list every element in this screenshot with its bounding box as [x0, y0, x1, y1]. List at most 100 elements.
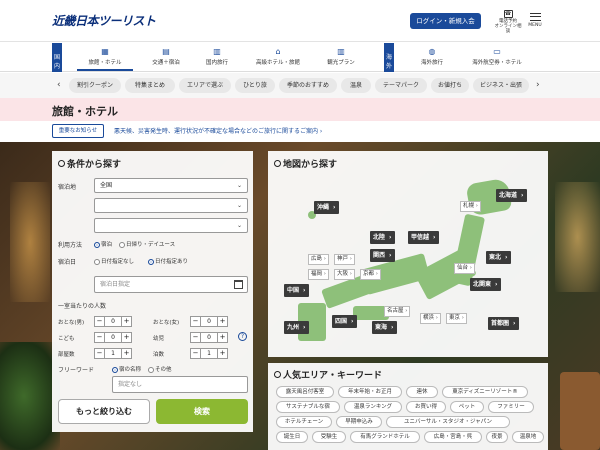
keyword-tag[interactable]: サステナブルな宿: [276, 401, 340, 413]
nights-stepper[interactable]: − 1 +: [190, 348, 228, 359]
chip-features[interactable]: 特集まとめ: [125, 78, 175, 93]
keyword-tag[interactable]: お買い得: [406, 401, 446, 413]
region-koshinetsu[interactable]: 甲信越: [408, 231, 439, 244]
minus-button[interactable]: −: [94, 316, 105, 327]
pref-sendai[interactable]: 仙台: [454, 263, 475, 274]
nav-item-domestic[interactable]: ▥ 国内旅行: [189, 45, 245, 71]
adult-male-stepper[interactable]: − 0 +: [94, 316, 132, 327]
chevron-left-icon[interactable]: ‹: [57, 80, 61, 90]
region-shikoku[interactable]: 四国: [332, 315, 357, 328]
foliage: [0, 342, 60, 450]
plus-button[interactable]: +: [217, 332, 228, 343]
region-kitakanto[interactable]: 北関東: [470, 278, 501, 291]
chip-coupon[interactable]: 割引クーポン: [69, 78, 121, 93]
keyword-tag[interactable]: ファミリー: [488, 401, 534, 413]
pref-yokohama[interactable]: 横浜: [420, 313, 441, 324]
pref-sapporo[interactable]: 札幌: [460, 201, 481, 212]
site-logo[interactable]: 近畿日本ツーリスト: [52, 12, 156, 29]
menu-button[interactable]: MENU: [528, 13, 542, 28]
notice-link[interactable]: 悪天候、災害発生時、運行状況が不確定な場合などのご旅行に関するご案内 ›: [114, 126, 322, 135]
plus-button[interactable]: +: [121, 348, 132, 359]
plus-button[interactable]: +: [217, 316, 228, 327]
keyword-tag[interactable]: ホテルチェーン: [276, 416, 332, 428]
keyword-tag[interactable]: ユニバーサル・スタジオ・ジャパン: [386, 416, 510, 428]
keyword-tag[interactable]: ペット: [450, 401, 484, 413]
nav-item-sightseeing[interactable]: ▥ 観光プラン: [313, 45, 369, 71]
keyword-tag[interactable]: 連休: [406, 386, 438, 398]
nav-item-luxury[interactable]: ⌂ 高級ホテル・旅館: [247, 45, 309, 71]
keyword-tag[interactable]: 広島・宮島・呉: [424, 431, 482, 443]
plus-button[interactable]: +: [217, 348, 228, 359]
adult-female-stepper[interactable]: − 0 +: [190, 316, 228, 327]
region-kyushu[interactable]: 九州: [284, 321, 309, 334]
freeword-input[interactable]: 指定なし: [112, 376, 248, 393]
keyword-tag[interactable]: 温泉ランキング: [344, 401, 402, 413]
freeword-name-radio[interactable]: 宿の名称: [112, 365, 141, 373]
infant-stepper[interactable]: − 0 +: [190, 332, 228, 343]
pref-fukuoka[interactable]: 福岡: [308, 269, 329, 280]
keyword-tag[interactable]: 年末年始・お正月: [338, 386, 402, 398]
minus-button[interactable]: −: [190, 332, 201, 343]
nav-item-overseas-air[interactable]: ▭ 海外航空券・ホテル: [462, 45, 532, 71]
usage-stay-radio[interactable]: 宿泊: [94, 240, 112, 248]
freeword-other-radio[interactable]: その他: [148, 365, 172, 373]
nav-item-transport[interactable]: ▤ 交通＋宿泊: [138, 45, 194, 71]
region-tohoku[interactable]: 東北: [486, 251, 511, 264]
chip-themepark[interactable]: テーマパーク: [375, 78, 427, 93]
chip-business[interactable]: ビジネス・出張: [473, 78, 529, 93]
chip-value[interactable]: お値打ち: [431, 78, 469, 93]
pref-kobe[interactable]: 神戸: [334, 254, 355, 265]
minus-button[interactable]: −: [94, 332, 105, 343]
chip-onsen[interactable]: 温泉: [341, 78, 371, 93]
region-hokkaido[interactable]: 北海道: [496, 189, 527, 202]
keyword-tag[interactable]: 受験生: [312, 431, 346, 443]
keyword-tag[interactable]: 温泉地: [512, 431, 544, 443]
pref-nagoya[interactable]: 名古屋: [384, 306, 411, 317]
plus-button[interactable]: +: [121, 332, 132, 343]
region-kansai[interactable]: 関西: [370, 249, 395, 262]
date-specified-radio[interactable]: 日付指定あり: [148, 257, 188, 265]
plus-button[interactable]: +: [121, 316, 132, 327]
keyword-tag[interactable]: 夜景: [486, 431, 508, 443]
nav-item-hotel[interactable]: ▦ 旅館・ホテル: [77, 45, 133, 71]
minus-button[interactable]: −: [190, 316, 201, 327]
narrow-down-button[interactable]: もっと絞り込む: [58, 399, 150, 424]
search-button[interactable]: 検索: [156, 399, 248, 424]
chevron-right-icon[interactable]: ›: [536, 80, 540, 90]
phone-link[interactable]: ☎ 電話予約 オンライン相談: [494, 10, 522, 34]
region-hokuriku[interactable]: 北陸: [370, 231, 395, 244]
pref-tokyo[interactable]: 東京: [446, 313, 467, 324]
city-select[interactable]: ⌄: [94, 218, 248, 233]
chip-solo[interactable]: ひとり旅: [235, 78, 275, 93]
keyword-tag[interactable]: 東京ディズニーリゾート®: [442, 386, 528, 398]
pref-osaka[interactable]: 大阪: [334, 269, 355, 280]
login-button[interactable]: ログイン・新規入会: [410, 13, 481, 29]
notice-button[interactable]: 重要なお知らせ: [52, 124, 104, 138]
region-tokai[interactable]: 東海: [372, 321, 397, 334]
keyword-tag[interactable]: 露天風呂付客室: [276, 386, 334, 398]
prefecture-select[interactable]: ⌄: [94, 198, 248, 213]
usage-dayuse-radio[interactable]: 日帰り・デイユース: [119, 240, 175, 248]
lantern-glow: [10, 182, 50, 302]
pref-kyoto[interactable]: 京都: [360, 269, 381, 280]
pref-hiroshima[interactable]: 広島: [308, 254, 329, 265]
child-stepper[interactable]: − 0 +: [94, 332, 132, 343]
keyword-tag[interactable]: 有馬グランドホテル: [350, 431, 420, 443]
minus-button[interactable]: −: [94, 348, 105, 359]
help-icon[interactable]: ?: [238, 332, 247, 341]
region-shutoken[interactable]: 首都圏: [488, 317, 519, 330]
chip-seasonal[interactable]: 季節のおすすめ: [279, 78, 337, 93]
date-input[interactable]: 宿泊日指定: [94, 276, 248, 293]
region-chugoku[interactable]: 中国: [284, 284, 309, 297]
calendar-icon[interactable]: [234, 280, 243, 289]
area-select[interactable]: 全国 ⌄: [94, 178, 248, 193]
date-none-radio[interactable]: 日付指定なし: [94, 257, 134, 265]
region-okinawa[interactable]: 沖縄: [314, 201, 339, 214]
minus-button[interactable]: −: [190, 348, 201, 359]
nav-item-overseas[interactable]: ◍ 海外旅行: [404, 45, 460, 71]
freeword-label: フリーワード: [58, 367, 95, 374]
chip-area[interactable]: エリアで選ぶ: [179, 78, 231, 93]
rooms-stepper[interactable]: − 1 +: [94, 348, 132, 359]
keyword-tag[interactable]: 誕生日: [276, 431, 308, 443]
keyword-tag[interactable]: 早期申込み: [336, 416, 382, 428]
